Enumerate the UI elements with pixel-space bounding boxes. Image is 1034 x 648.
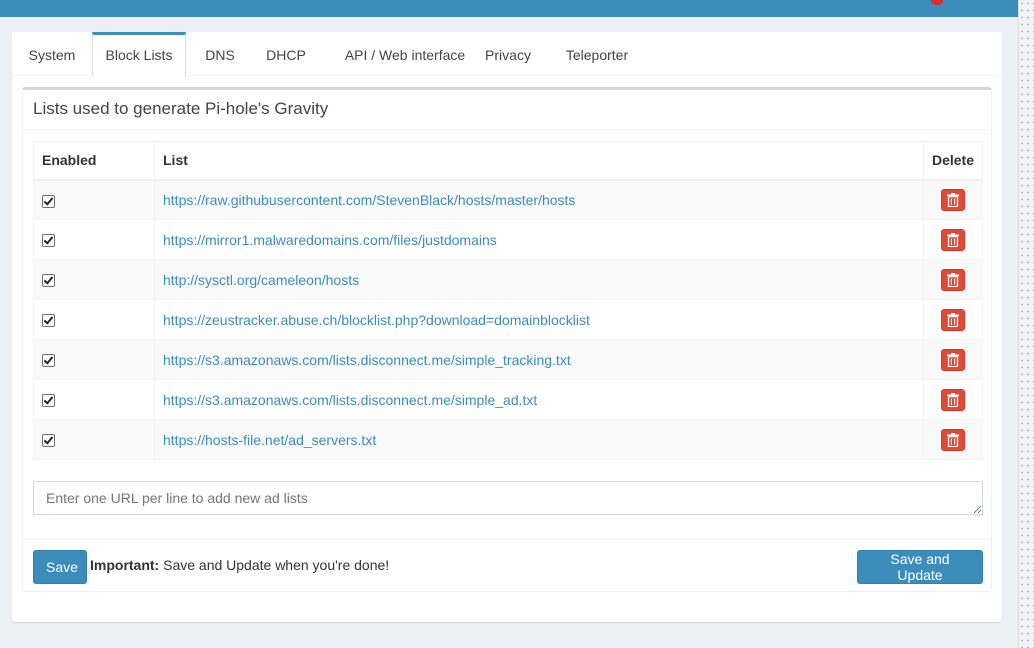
list-url-cell: https://mirror1.malwaredomains.com/files…: [154, 219, 924, 260]
list-url-link[interactable]: https://mirror1.malwaredomains.com/files…: [163, 232, 497, 248]
table-row: https://hosts-file.net/ad_servers.txt: [33, 419, 984, 460]
table-row: https://zeustracker.abuse.ch/blocklist.p…: [33, 299, 984, 340]
enabled-cell: [33, 419, 155, 460]
trash-icon: [946, 232, 959, 247]
tab-dns[interactable]: DNS: [194, 32, 246, 76]
trash-icon: [946, 312, 959, 327]
delete-list-button[interactable]: [940, 268, 965, 291]
tab-block-lists[interactable]: Block Lists: [92, 32, 186, 77]
delete-list-button[interactable]: [940, 348, 965, 371]
list-url-link[interactable]: https://hosts-file.net/ad_servers.txt: [163, 432, 376, 448]
important-label: Important:: [90, 557, 160, 573]
list-url-cell: http://sysctl.org/cameleon/hosts: [154, 259, 924, 300]
table-row: https://raw.githubusercontent.com/Steven…: [33, 179, 984, 220]
trash-icon: [946, 352, 959, 367]
background-texture: [1018, 0, 1034, 648]
box-header: Lists used to generate Pi-hole's Gravity: [23, 90, 991, 130]
enabled-cell: [33, 179, 155, 220]
enabled-checkbox[interactable]: [42, 394, 55, 408]
delete-list-button[interactable]: [940, 188, 965, 211]
list-url-link[interactable]: https://s3.amazonaws.com/lists.disconnec…: [163, 392, 537, 408]
tab-dhcp[interactable]: DHCP: [256, 32, 316, 76]
list-url-cell: https://hosts-file.net/ad_servers.txt: [154, 419, 924, 460]
delete-cell: [922, 379, 984, 420]
delete-list-button[interactable]: [940, 428, 965, 451]
list-url-link[interactable]: https://s3.amazonaws.com/lists.disconnec…: [163, 352, 571, 368]
trash-icon: [946, 432, 959, 447]
column-header-enabled: Enabled: [33, 141, 155, 181]
enabled-checkbox[interactable]: [42, 274, 55, 288]
enabled-checkbox[interactable]: [42, 314, 55, 328]
table-row: http://sysctl.org/cameleon/hosts: [33, 259, 984, 300]
list-url-link[interactable]: https://zeustracker.abuse.ch/blocklist.p…: [163, 312, 590, 328]
list-url-link[interactable]: http://sysctl.org/cameleon/hosts: [163, 272, 359, 288]
list-url-cell: https://s3.amazonaws.com/lists.disconnec…: [154, 339, 924, 380]
tab-teleporter[interactable]: Teleporter: [556, 32, 638, 76]
table-row: https://s3.amazonaws.com/lists.disconnec…: [33, 379, 984, 420]
delete-cell: [922, 219, 984, 260]
settings-tabs: System Block Lists DNS DHCP API / Web in…: [12, 32, 1002, 77]
box-footer: Save Important: Save and Update when you…: [23, 539, 991, 592]
top-navbar: [0, 0, 1018, 17]
delete-cell: [922, 299, 984, 340]
trash-icon: [946, 192, 959, 207]
settings-tab-panel: System Block Lists DNS DHCP API / Web in…: [12, 32, 1002, 622]
notification-dot-icon: [931, 0, 943, 5]
important-text: Save and Update when you're done!: [163, 557, 390, 573]
tab-api-web-interface[interactable]: API / Web interface: [330, 32, 480, 76]
list-url-link[interactable]: https://raw.githubusercontent.com/Steven…: [163, 192, 575, 208]
enabled-cell: [33, 259, 155, 300]
delete-cell: [922, 419, 984, 460]
save-button[interactable]: Save: [33, 550, 87, 584]
trash-icon: [946, 272, 959, 287]
table-row: https://mirror1.malwaredomains.com/files…: [33, 219, 984, 260]
block-lists-box: Lists used to generate Pi-hole's Gravity…: [22, 87, 992, 592]
list-url-cell: https://zeustracker.abuse.ch/blocklist.p…: [154, 299, 924, 340]
tab-privacy[interactable]: Privacy: [478, 32, 538, 76]
table-row: https://s3.amazonaws.com/lists.disconnec…: [33, 339, 984, 380]
enabled-checkbox[interactable]: [42, 354, 55, 368]
delete-list-button[interactable]: [940, 308, 965, 331]
trash-icon: [946, 392, 959, 407]
block-lists-table: Enabled List Delete https://raw.githubus…: [33, 141, 984, 460]
save-and-update-button[interactable]: Save and Update: [857, 550, 983, 584]
box-title: Lists used to generate Pi-hole's Gravity: [33, 99, 329, 118]
delete-cell: [922, 339, 984, 380]
delete-cell: [922, 179, 984, 220]
tab-system[interactable]: System: [12, 32, 92, 76]
column-header-delete: Delete: [922, 141, 984, 181]
enabled-checkbox[interactable]: [42, 194, 55, 208]
enabled-cell: [33, 379, 155, 420]
delete-cell: [922, 259, 984, 300]
enabled-cell: [33, 299, 155, 340]
enabled-cell: [33, 219, 155, 260]
delete-list-button[interactable]: [940, 228, 965, 251]
enabled-checkbox[interactable]: [42, 434, 55, 448]
delete-list-button[interactable]: [940, 388, 965, 411]
enabled-cell: [33, 339, 155, 380]
new-lists-input[interactable]: [33, 481, 983, 515]
column-header-list: List: [154, 141, 924, 181]
enabled-checkbox[interactable]: [42, 234, 55, 248]
table-header-row: Enabled List Delete: [33, 141, 984, 181]
important-note: Important: Save and Update when you're d…: [90, 557, 389, 573]
list-url-cell: https://s3.amazonaws.com/lists.disconnec…: [154, 379, 924, 420]
list-url-cell: https://raw.githubusercontent.com/Steven…: [154, 179, 924, 220]
